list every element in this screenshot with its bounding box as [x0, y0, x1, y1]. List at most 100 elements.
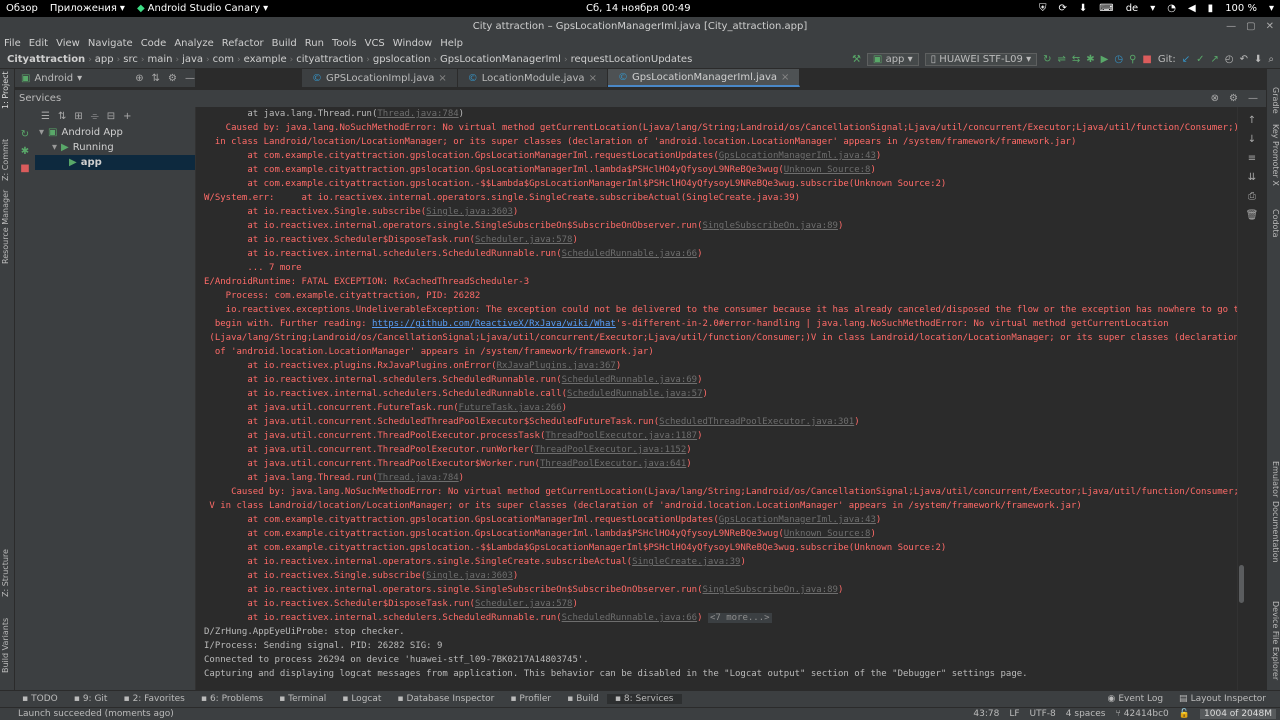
chevron-down-icon[interactable]: ▾ — [39, 127, 44, 138]
breadcrumb-item[interactable]: GpsLocationManagerIml — [437, 54, 564, 65]
console-source-link[interactable]: ThreadPoolExecutor.java:1152 — [535, 445, 687, 455]
download-icon[interactable]: ⬇ — [1079, 3, 1087, 14]
services-tree-node[interactable]: ▶ app — [35, 155, 195, 170]
breadcrumb-item[interactable]: example — [241, 54, 290, 65]
breadcrumb-item[interactable]: app — [92, 54, 117, 65]
menu-item-run[interactable]: Run — [301, 38, 328, 49]
menu-item-analyze[interactable]: Analyze — [170, 38, 217, 49]
menu-item-view[interactable]: View — [52, 38, 84, 49]
menu-item-code[interactable]: Code — [137, 38, 171, 49]
console-source-link[interactable]: ScheduledRunnable.java:57 — [567, 389, 702, 399]
close-icon[interactable]: × — [438, 73, 446, 84]
menu-item-help[interactable]: Help — [436, 38, 467, 49]
editor-tab[interactable]: © GPSLocationImpl.java × — [302, 69, 458, 87]
tool-window-build-variants[interactable]: Build Variants — [1, 618, 10, 673]
close-icon[interactable]: ✕ — [1266, 21, 1274, 32]
memory-indicator[interactable]: 1004 of 2048M — [1200, 709, 1276, 719]
sync-icon[interactable]: ⟳ — [1058, 3, 1066, 14]
scroll-to-end-icon[interactable]: ⇊ — [1238, 172, 1266, 183]
menu-item-tools[interactable]: Tools — [328, 38, 361, 49]
console-source-link[interactable]: GpsLocationManagerIml.java:43 — [719, 515, 876, 525]
console-source-link[interactable]: GpsLocationManagerIml.java:43 — [719, 151, 876, 161]
console-source-link[interactable]: Unknown Source:8 — [784, 165, 871, 175]
rerun-icon[interactable]: ↻ — [1043, 54, 1051, 65]
console-source-link[interactable]: Single.java:3603 — [426, 571, 513, 581]
expand-more-button[interactable]: <7 more...> — [707, 613, 772, 623]
indent-setting[interactable]: 4 spaces — [1066, 709, 1106, 719]
console-source-link[interactable]: Scheduler.java:578 — [475, 599, 573, 609]
sdk-manager-icon[interactable]: ⬇ — [1254, 54, 1262, 65]
soft-wrap-icon[interactable]: ≡ — [1238, 153, 1266, 164]
hide-icon[interactable]: — — [1248, 93, 1258, 104]
console-source-link[interactable]: Thread.java:784 — [377, 109, 458, 119]
menu-item-edit[interactable]: Edit — [25, 38, 52, 49]
editor-tab[interactable]: © LocationModule.java × — [457, 69, 608, 87]
apps-menu[interactable]: Приложения ▾ — [44, 3, 131, 14]
tool-window-commit[interactable]: Z: Commit — [1, 139, 10, 181]
gear-icon[interactable]: ⚙ — [1229, 93, 1238, 104]
tool-window-device-file-explorer[interactable]: Device File Explorer — [1271, 601, 1280, 680]
menu-item-build[interactable]: Build — [268, 38, 301, 49]
bottom-tool-tab[interactable]: ▪ Profiler — [502, 694, 559, 704]
maximize-icon[interactable]: ▢ — [1246, 21, 1255, 32]
console-source-link[interactable]: RxJavaPlugins.java:367 — [497, 361, 616, 371]
breadcrumb-item[interactable]: requestLocationUpdates — [568, 54, 696, 65]
scroll-down-icon[interactable]: ↓ — [1238, 134, 1266, 145]
event-log-tab[interactable]: ◉ Event Log — [1099, 694, 1171, 704]
close-icon[interactable]: × — [781, 72, 789, 83]
breadcrumb-item[interactable]: com — [210, 54, 237, 65]
hammer-icon[interactable]: ⚒ — [852, 54, 861, 65]
attach-debugger-icon[interactable]: ⚲ — [1129, 54, 1136, 65]
tool-window-emulator[interactable]: Emulator — [1271, 461, 1280, 497]
locate-icon[interactable]: ⊕ — [135, 73, 143, 84]
overview-button[interactable]: Обзор — [0, 3, 44, 14]
console-source-link[interactable]: ThreadPoolExecutor.java:1187 — [545, 431, 697, 441]
console-source-link[interactable]: Thread.java:784 — [377, 473, 458, 483]
tool-window-codota[interactable]: Codota — [1271, 209, 1280, 238]
chevron-down-icon[interactable]: ▾ — [52, 142, 57, 153]
menu-item-window[interactable]: Window — [389, 38, 436, 49]
collapse-all-icon[interactable]: ⇅ — [58, 111, 66, 122]
print-icon[interactable]: ⎙ — [1238, 191, 1266, 202]
console-source-link[interactable]: SingleSubscribeOn.java:89 — [703, 585, 838, 595]
chevron-down-icon[interactable]: ▾ — [77, 73, 82, 84]
group-icon[interactable]: ⊞ — [74, 111, 82, 122]
console-source-link[interactable]: Scheduler.java:578 — [475, 235, 573, 245]
bottom-tool-tab[interactable]: ▪ Terminal — [271, 694, 334, 704]
rerun-icon[interactable]: ↻ — [21, 129, 29, 140]
project-view-mode[interactable]: Android — [34, 73, 73, 84]
scroll-up-icon[interactable]: ↑ — [1238, 115, 1266, 126]
stop-icon[interactable]: ■ — [1142, 54, 1151, 65]
history-icon[interactable]: ◴ — [1225, 54, 1234, 65]
bottom-tool-tab[interactable]: ▪ 8: Services — [606, 694, 682, 704]
breadcrumb-item[interactable]: Cityattraction — [4, 54, 88, 65]
cursor-position[interactable]: 43:78 — [973, 709, 999, 719]
tool-window-resource-manager[interactable]: Resource Manager — [1, 190, 10, 264]
wifi-icon[interactable]: ◔ — [1167, 3, 1176, 14]
trash-icon[interactable]: 🗑 — [1238, 210, 1266, 221]
stop-icon[interactable]: ■ — [20, 163, 29, 174]
bottom-tool-tab[interactable]: ▪ 6: Problems — [193, 694, 271, 704]
apply-changes-icon[interactable]: ⇌ — [1057, 54, 1065, 65]
layout-inspector-tab[interactable]: ▤ Layout Inspector — [1171, 694, 1274, 704]
tool-window-structure[interactable]: Z: Structure — [1, 549, 10, 597]
services-tree-node[interactable]: ▾ ▣ Android App — [35, 125, 195, 140]
coverage-icon[interactable]: ▶ — [1101, 54, 1109, 65]
tool-window-gradle[interactable]: Gradle — [1271, 87, 1280, 114]
breadcrumb-item[interactable]: cityattraction — [293, 54, 366, 65]
close-icon[interactable]: × — [589, 73, 597, 84]
console-source-link[interactable]: ScheduledRunnable.java:66 — [562, 613, 697, 623]
console-source-link[interactable]: SingleCreate.java:39 — [632, 557, 740, 567]
git-update-icon[interactable]: ↙ — [1182, 54, 1190, 65]
run-config-select[interactable]: ▣ app ▾ — [866, 53, 919, 66]
volume-icon[interactable]: ◀ — [1188, 3, 1196, 14]
console-source-link[interactable]: SingleSubscribeOn.java:89 — [703, 221, 838, 231]
debug-icon[interactable]: ✱ — [1086, 54, 1094, 65]
bottom-tool-tab[interactable]: ▪ TODO — [14, 694, 66, 704]
console-url-link[interactable]: https://github.com/ReactiveX/RxJava/wiki… — [372, 319, 616, 329]
apply-code-changes-icon[interactable]: ⇆ — [1072, 54, 1080, 65]
logcat-console[interactable]: at java.lang.Thread.run(Thread.java:784)… — [195, 107, 1237, 690]
gear-icon[interactable]: ⚙ — [168, 73, 177, 84]
tool-window-project[interactable]: 1: Project — [1, 71, 10, 109]
layout-icon[interactable]: ⊟ — [107, 111, 115, 122]
